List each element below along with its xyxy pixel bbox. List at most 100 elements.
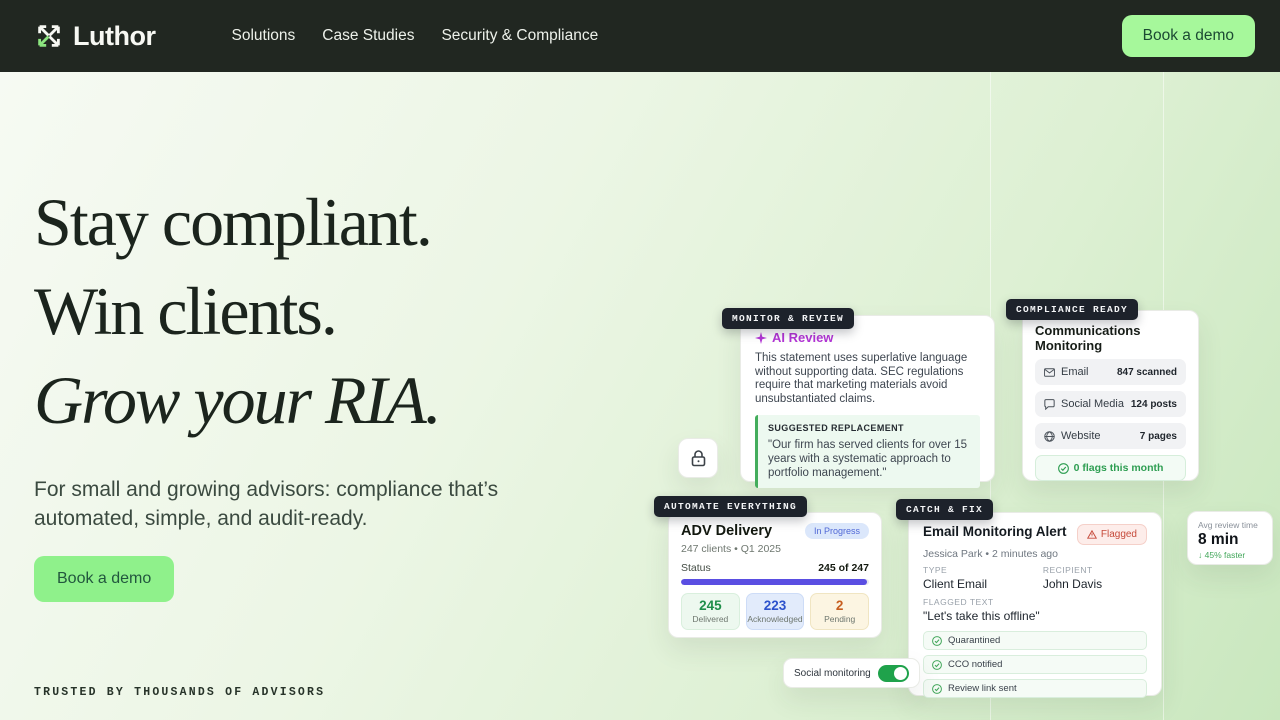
social-monitoring-pill: Social monitoring [783,658,920,688]
comms-row-label: Email [1061,366,1089,378]
avg-review-time-value: 8 min [1198,531,1262,549]
action-review-link-sent: Review link sent [923,679,1147,698]
check-circle-icon [1058,463,1069,474]
email-monitoring-alert-card: Email Monitoring Alert Flagged Jessica P… [908,512,1162,696]
email-alert-actions: Quarantined CCO notified Review link sen… [923,631,1147,698]
headline-line-2: Win clients. [34,267,440,356]
adv-stats-row: 245 Delivered 223 Acknowledged 2 Pending [681,593,869,630]
brand-logo[interactable]: Luthor [34,21,155,52]
avg-review-time-card: Avg review time 8 min ↓ 45% faster [1187,511,1273,565]
flagged-text-label: FLAGGED TEXT [923,597,1147,607]
suggested-replacement-text: "Our firm has served clients for over 15… [768,438,970,480]
comms-row-value: 847 scanned [1117,367,1177,378]
nav-link-case-studies[interactable]: Case Studies [322,27,414,45]
stat-value: 2 [811,598,868,613]
avg-review-time-label: Avg review time [1198,520,1262,530]
tag-catch-fix: CATCH & FIX [896,499,993,520]
adv-header: ADV Delivery In Progress [681,523,869,539]
zero-flags-row: 0 flags this month [1035,455,1186,481]
comms-row-label: Website [1061,430,1101,442]
check-circle-icon [932,684,942,694]
trusted-by-label: TRUSTED BY THOUSANDS OF ADVISORS [34,686,325,699]
headline-line-1: Stay compliant. [34,178,440,267]
stat-value: 223 [747,598,804,613]
brand-name: Luthor [73,21,155,52]
stat-label: Pending [811,614,868,624]
social-monitoring-toggle[interactable] [878,665,909,682]
tag-automate-everything: AUTOMATE EVERYTHING [654,496,807,517]
stat-delivered: 245 Delivered [681,593,740,630]
avg-review-time-delta: ↓ 45% faster [1198,550,1262,560]
comms-row-value: 7 pages [1140,431,1177,442]
action-label: CCO notified [948,659,1002,670]
nav-link-security-compliance[interactable]: Security & Compliance [441,27,598,45]
comms-row-social: Social Media 124 posts [1035,391,1186,417]
adv-status-label: Status [681,562,711,574]
recipient-value: John Davis [1043,577,1147,591]
adv-status-row: Status 245 of 247 [681,562,869,574]
action-quarantined: Quarantined [923,631,1147,650]
email-alert-header: Email Monitoring Alert Flagged [923,524,1147,545]
tag-monitor-review: MONITOR & REVIEW [722,308,854,329]
communications-monitoring-card: Communications Monitoring Email 847 scan… [1022,310,1199,481]
flagged-badge-text: Flagged [1101,529,1137,540]
email-icon [1044,367,1055,378]
ai-review-card: AI Review This statement uses superlativ… [740,315,995,482]
email-alert-byline: Jessica Park • 2 minutes ago [923,548,1147,560]
lock-icon [690,449,707,468]
flagged-badge: Flagged [1077,524,1147,545]
recipient-label: RECIPIENT [1043,565,1147,575]
adv-subtitle: 247 clients • Q1 2025 [681,543,869,555]
warning-triangle-icon [1087,530,1097,539]
social-media-icon [1044,399,1055,410]
hero-headline: Stay compliant. Win clients. Grow your R… [34,178,440,445]
nav-link-solutions[interactable]: Solutions [231,27,295,45]
book-demo-button-nav[interactable]: Book a demo [1122,15,1255,57]
zero-flags-text: 0 flags this month [1074,462,1164,474]
email-recipient-cell: RECIPIENT John Davis [1043,565,1147,591]
stat-label: Delivered [682,614,739,624]
type-value: Client Email [923,577,1043,591]
stat-pending: 2 Pending [810,593,869,630]
check-circle-icon [932,660,942,670]
comms-row-email: Email 847 scanned [1035,359,1186,385]
check-circle-icon [932,636,942,646]
hero-section: Stay compliant. Win clients. Grow your R… [0,72,1280,720]
top-navigation: Luthor Solutions Case Studies Security &… [0,0,1280,72]
comms-row-website: Website 7 pages [1035,423,1186,449]
in-progress-badge: In Progress [805,523,869,539]
website-icon [1044,431,1055,442]
suggested-replacement-box: SUGGESTED REPLACEMENT "Our firm has serv… [755,415,980,488]
stat-label: Acknowledged [747,614,804,624]
adv-progress-bar [681,579,869,585]
action-cco-notified: CCO notified [923,655,1147,674]
flagged-text-block: FLAGGED TEXT "Let's take this offline" [923,597,1147,623]
adv-title: ADV Delivery [681,523,772,539]
communications-monitoring-title: Communications Monitoring [1035,323,1186,353]
stat-value: 245 [682,598,739,613]
adv-progress-fill [681,579,867,585]
hero-subtext: For small and growing advisors: complian… [34,475,524,533]
flagged-text-value: "Let's take this offline" [923,609,1147,623]
lock-tile [678,438,718,478]
comms-row-value: 124 posts [1131,399,1177,410]
email-type-cell: TYPE Client Email [923,565,1043,591]
ai-review-title-row: AI Review [755,330,980,345]
action-label: Review link sent [948,683,1017,694]
book-demo-button-hero[interactable]: Book a demo [34,556,174,602]
suggested-replacement-label: SUGGESTED REPLACEMENT [768,423,970,433]
email-alert-meta: TYPE Client Email RECIPIENT John Davis [923,565,1147,591]
sparkle-icon [755,332,767,344]
ai-review-body: This statement uses superlative language… [755,352,980,406]
type-label: TYPE [923,565,1043,575]
social-monitoring-label: Social monitoring [794,668,871,679]
headline-line-3: Grow your RIA. [34,356,440,445]
email-alert-title: Email Monitoring Alert [923,524,1067,539]
stat-acknowledged: 223 Acknowledged [746,593,805,630]
ai-review-title: AI Review [772,330,833,345]
nav-links: Solutions Case Studies Security & Compli… [231,27,598,45]
luthor-asterisk-icon [34,21,64,51]
adv-status-value: 245 of 247 [818,562,869,574]
tag-compliance-ready: COMPLIANCE READY [1006,299,1138,320]
toggle-knob [894,667,907,680]
